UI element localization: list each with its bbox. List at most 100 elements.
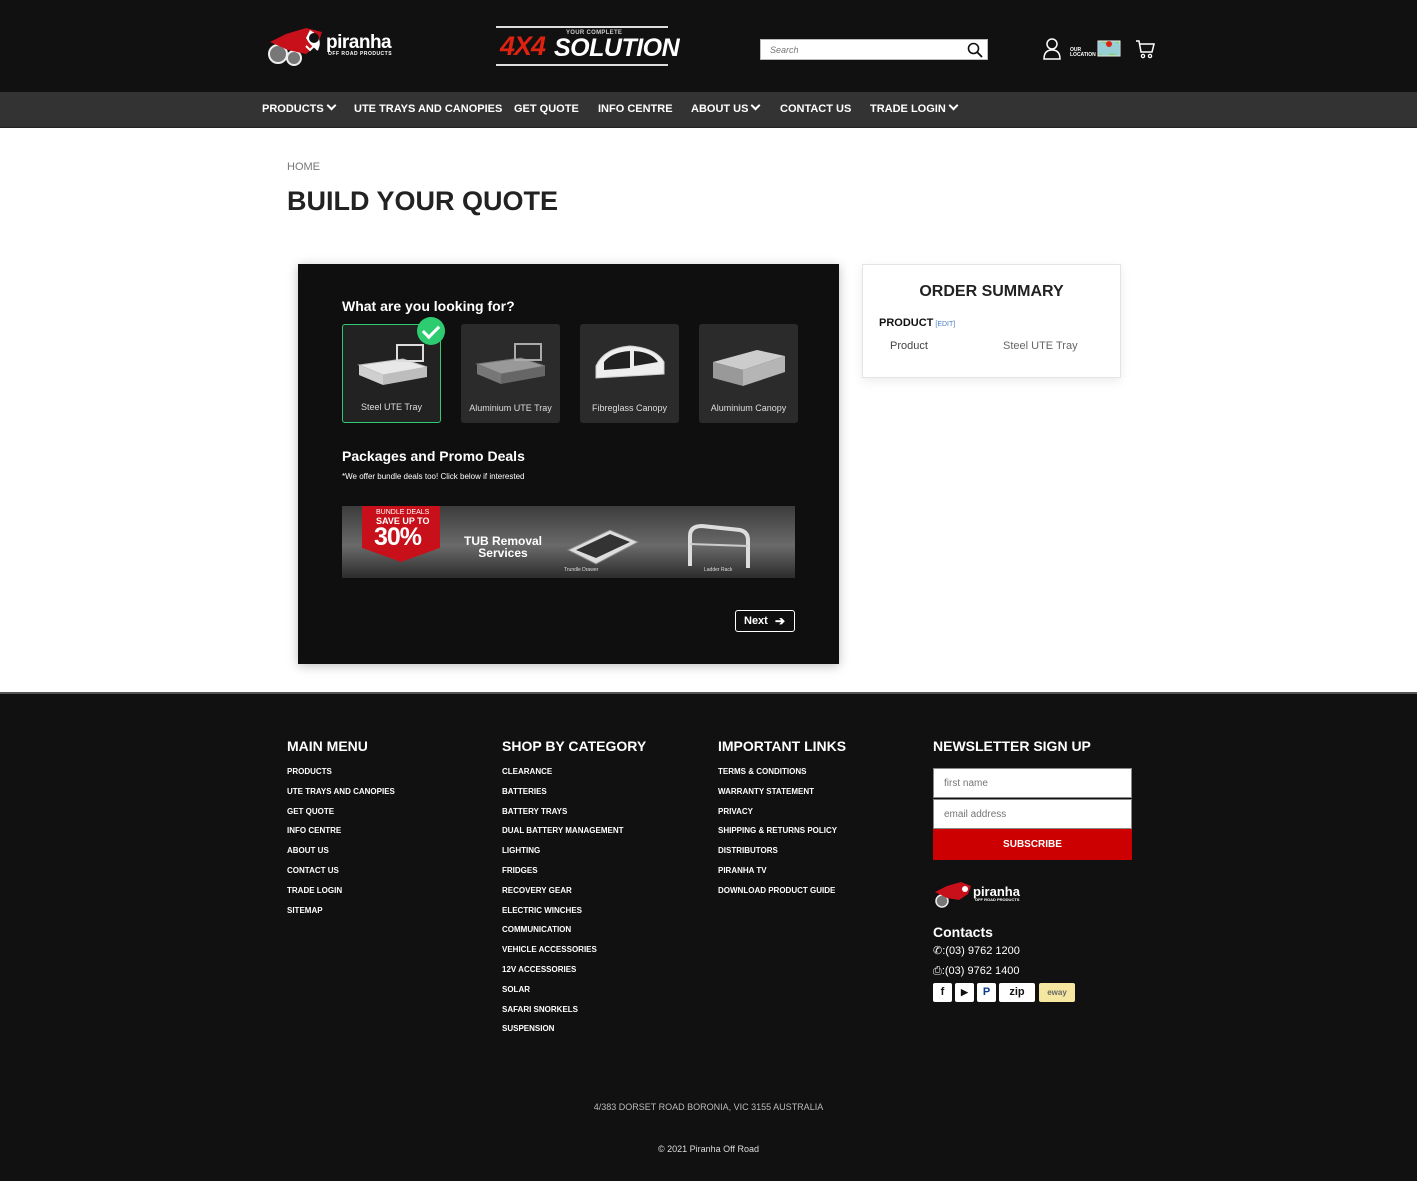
footer-link[interactable]: ABOUT US: [287, 846, 395, 866]
footer-main-menu: MAIN MENU PRODUCTS UTE TRAYS AND CANOPIE…: [287, 738, 395, 925]
footer-heading: MAIN MENU: [287, 738, 368, 754]
contacts-heading: Contacts: [933, 924, 993, 940]
footer-link[interactable]: ELECTRIC WINCHES: [502, 906, 646, 926]
zip-icon: zip: [999, 983, 1035, 1002]
option-label: Fibreglass Canopy: [591, 403, 668, 413]
aluminium-canopy-image: [713, 350, 785, 386]
footer-link[interactable]: DOWNLOAD PRODUCT GUIDE: [718, 886, 846, 906]
nav-products[interactable]: PRODUCTS: [262, 100, 337, 115]
nav-get-quote[interactable]: GET QUOTE: [514, 103, 579, 115]
our-location-link[interactable]: OUR LOCATION: [1070, 38, 1122, 60]
footer-heading: NEWSLETTER SIGN UP: [933, 738, 1091, 754]
option-aluminium-canopy[interactable]: Aluminium Canopy: [699, 324, 798, 423]
footer-link[interactable]: INFO CENTRE: [287, 826, 395, 846]
footer-link[interactable]: SHIPPING & RETURNS POLICY: [718, 826, 846, 846]
youtube-icon[interactable]: ▶: [955, 983, 974, 1002]
footer-link[interactable]: VEHICLE ACCESSORIES: [502, 945, 646, 965]
phone-number: :(03) 9762 1200: [942, 945, 1020, 957]
order-summary: ORDER SUMMARY PRODUCT [EDIT] Product Stee…: [862, 264, 1121, 378]
footer-link[interactable]: DUAL BATTERY MANAGEMENT: [502, 826, 646, 846]
footer-link[interactable]: DISTRIBUTORS: [718, 846, 846, 866]
aluminium-tray-image: [475, 343, 546, 384]
logo-subtitle: OFF ROAD PRODUCTS: [328, 51, 393, 57]
nav-trade-login[interactable]: TRADE LOGIN: [870, 100, 959, 115]
selected-check-icon: [417, 317, 445, 345]
footer-link[interactable]: SAFARI SNORKELS: [502, 1005, 646, 1025]
footer-important-links: IMPORTANT LINKS TERMS & CONDITIONS WARRA…: [718, 738, 846, 906]
bundle-deals-banner[interactable]: BUNDLE DEALS SAVE UP TO 30% TUB Removal …: [342, 506, 795, 578]
next-button[interactable]: Next ➔: [735, 610, 795, 632]
packages-note: *We offer bundle deals too! Click below …: [342, 472, 525, 481]
facebook-icon[interactable]: f: [933, 983, 952, 1002]
first-name-field[interactable]: [933, 768, 1132, 798]
footer-link[interactable]: UTE TRAYS AND CANOPIES: [287, 787, 395, 807]
search-input[interactable]: [770, 40, 960, 60]
breadcrumb-home[interactable]: HOME: [287, 161, 320, 173]
eway-icon: eway: [1039, 983, 1075, 1002]
steel-tray-image: [357, 344, 428, 385]
fibreglass-canopy-image: [595, 345, 665, 379]
footer-link[interactable]: CLEARANCE: [502, 767, 646, 787]
search-box: [760, 39, 988, 60]
footer-link[interactable]: LIGHTING: [502, 846, 646, 866]
caption-ladder: Ladder Rack: [704, 567, 733, 573]
page-title: BUILD YOUR QUOTE: [287, 186, 559, 216]
footer-newsletter: NEWSLETTER SIGN UP: [933, 738, 1091, 767]
summary-section: PRODUCT [EDIT]: [879, 317, 956, 329]
footer-link[interactable]: FRIDGES: [502, 866, 646, 886]
footer-link[interactable]: TERMS & CONDITIONS: [718, 767, 846, 787]
footer-link[interactable]: SUSPENSION: [502, 1024, 646, 1044]
banner-solution: SOLUTION: [554, 34, 680, 62]
footer-link[interactable]: PIRANHA TV: [718, 866, 846, 886]
option-label: Aluminium Canopy: [710, 403, 787, 413]
banner-headline: TUB Removal Services: [463, 534, 543, 560]
packages-heading: Packages and Promo Deals: [342, 448, 525, 464]
footer-link[interactable]: CONTACT US: [287, 866, 395, 886]
summary-key: Product: [890, 340, 928, 352]
option-fibreglass-canopy[interactable]: Fibreglass Canopy: [580, 324, 679, 423]
trundle-drawer-image: [566, 529, 640, 565]
nav-ute-trays[interactable]: UTE TRAYS AND CANOPIES: [354, 103, 502, 115]
top-header: piranha OFF ROAD PRODUCTS YOUR COMPLETE …: [0, 0, 1417, 92]
nav-contact-us[interactable]: CONTACT US: [780, 103, 851, 115]
footer-link[interactable]: BATTERY TRAYS: [502, 807, 646, 827]
email-field[interactable]: [933, 799, 1132, 829]
search-icon[interactable]: [967, 42, 983, 58]
edit-link[interactable]: [EDIT]: [935, 321, 955, 328]
ladder-rack-image: [688, 523, 750, 568]
paypal-icon: P: [977, 983, 996, 1002]
fax-icon: ⎙: [933, 965, 942, 977]
footer-link[interactable]: TRADE LOGIN: [287, 886, 395, 906]
piranha-logo[interactable]: piranha OFF ROAD PRODUCTS: [266, 24, 396, 68]
footer-link[interactable]: RECOVERY GEAR: [502, 886, 646, 906]
footer-logo: piranha OFF ROAD PRODUCTS: [933, 880, 1023, 910]
nav-info-centre[interactable]: INFO CENTRE: [598, 103, 673, 115]
piranha-mascot-icon: [268, 28, 322, 66]
account-icon[interactable]: [1043, 38, 1061, 60]
banner-4x4: 4X4: [500, 31, 546, 61]
footer-link[interactable]: GET QUOTE: [287, 807, 395, 827]
order-summary-title: ORDER SUMMARY: [919, 283, 1064, 300]
chevron-down-icon: [326, 100, 337, 111]
option-label: Aluminium UTE Tray: [469, 403, 552, 413]
footer-link[interactable]: BATTERIES: [502, 787, 646, 807]
copyright: © 2021 Piranha Off Road: [657, 1144, 760, 1154]
chevron-down-icon: [751, 100, 761, 111]
footer-link[interactable]: WARRANTY STATEMENT: [718, 787, 846, 807]
location-label: OUR LOCATION: [1070, 47, 1096, 58]
footer-link[interactable]: 12V ACCESSORIES: [502, 965, 646, 985]
footer-link[interactable]: PRODUCTS: [287, 767, 395, 787]
nav-about-us[interactable]: ABOUT US: [691, 100, 761, 115]
footer-link[interactable]: SITEMAP: [287, 906, 395, 926]
subscribe-button[interactable]: SUBSCRIBE: [933, 829, 1132, 860]
footer-link[interactable]: COMMUNICATION: [502, 925, 646, 945]
fax-line: ⎙:(03) 9762 1400: [933, 965, 1019, 978]
phone-line: ✆:(03) 9762 1200: [933, 944, 1020, 957]
chevron-down-icon: [948, 100, 959, 111]
footer-link[interactable]: SOLAR: [502, 985, 646, 1005]
footer-link[interactable]: PRIVACY: [718, 807, 846, 827]
option-aluminium-ute-tray[interactable]: Aluminium UTE Tray: [461, 324, 560, 423]
summary-value: Steel UTE Tray: [1003, 340, 1078, 352]
cart-icon[interactable]: [1135, 38, 1155, 60]
option-label: Steel UTE Tray: [360, 402, 423, 412]
